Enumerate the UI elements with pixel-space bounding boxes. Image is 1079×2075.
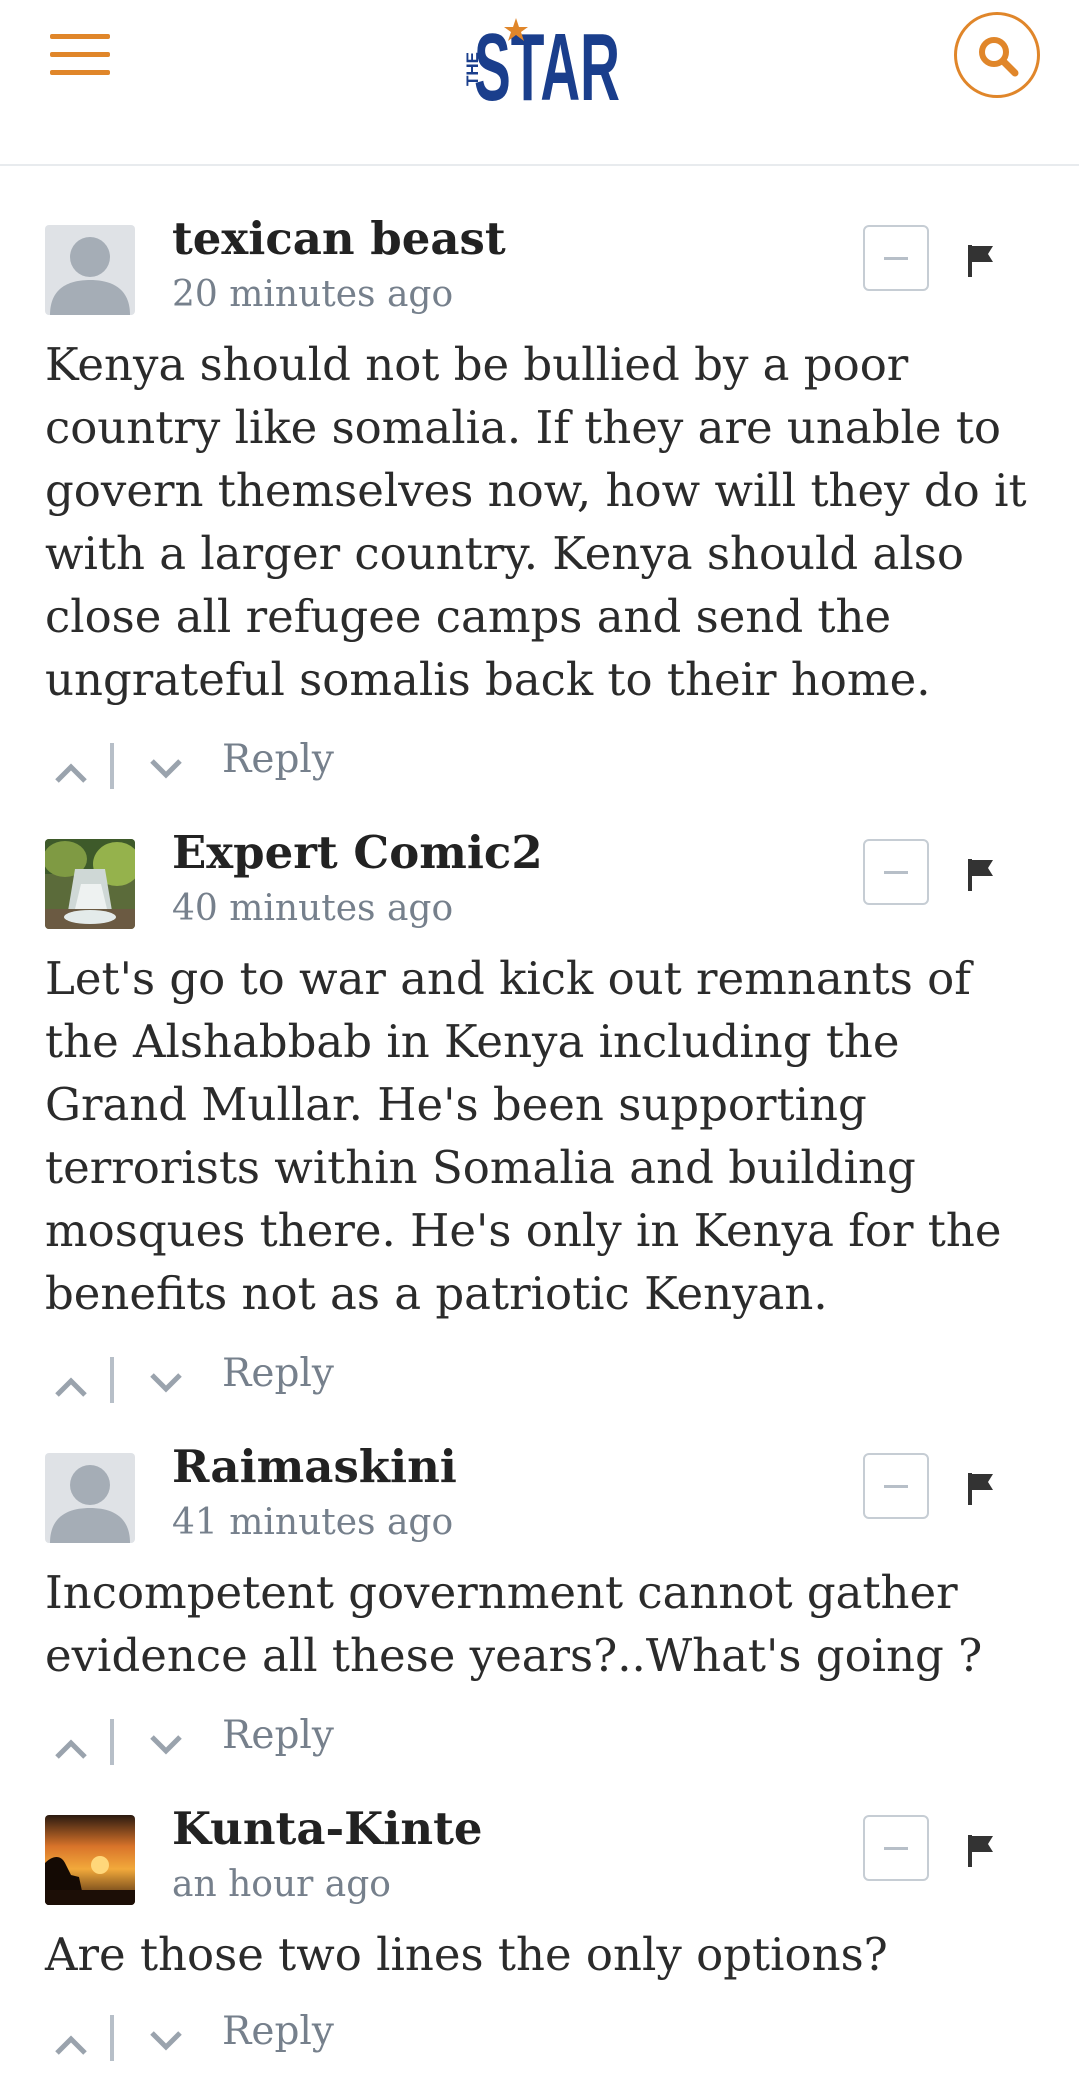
comment-actions: Reply (45, 2009, 445, 2075)
search-icon (979, 37, 1019, 77)
avatar (45, 1453, 135, 1543)
comment-body: Kenya should not be bullied by a poor co… (45, 338, 1027, 706)
comment-time[interactable]: an hour ago (172, 1863, 391, 1906)
hamburger-menu-icon (50, 34, 110, 39)
collapse-button[interactable] (863, 1815, 929, 1881)
comment-actions: Reply (45, 1713, 445, 1779)
vote-divider (110, 743, 114, 789)
avatar (45, 1815, 135, 1905)
chevron-up-icon[interactable] (53, 1375, 89, 1399)
collapse-button[interactable] (863, 225, 929, 291)
comment-time[interactable]: 20 minutes ago (172, 273, 453, 316)
flag-icon[interactable] (966, 1471, 996, 1505)
sunset-avatar-image (45, 1815, 135, 1905)
comment-author[interactable]: Raimaskini (172, 1440, 457, 1494)
vote-divider (110, 1719, 114, 1765)
comment-body: Let's go to war and kick out remnants of… (45, 952, 1002, 1320)
reply-button[interactable]: Reply (222, 737, 334, 782)
chevron-down-icon[interactable] (148, 757, 184, 781)
comment-time[interactable]: 40 minutes ago (172, 887, 453, 930)
comment-author[interactable]: Expert Comic2 (172, 826, 543, 880)
reply-button[interactable]: Reply (222, 1351, 334, 1396)
avatar (45, 839, 135, 929)
reply-button[interactable]: Reply (222, 1713, 334, 1758)
comment-actions: Reply (45, 737, 445, 803)
chevron-up-icon[interactable] (53, 1737, 89, 1761)
logo-main-text: STAR (474, 14, 620, 106)
flag-icon[interactable] (966, 857, 996, 891)
chevron-up-icon[interactable] (53, 2033, 89, 2057)
default-avatar-icon (45, 1453, 135, 1543)
site-logo[interactable]: THE STAR (458, 6, 624, 106)
comment-actions: Reply (45, 1351, 445, 1417)
waterfall-avatar-image (45, 839, 135, 929)
chevron-down-icon[interactable] (148, 1733, 184, 1757)
vote-divider (110, 2015, 114, 2061)
site-header: THE STAR (0, 0, 1079, 166)
vote-divider (110, 1357, 114, 1403)
reply-button[interactable]: Reply (222, 2009, 334, 2054)
default-avatar-icon (45, 225, 135, 315)
comment-body: Are those two lines the only options? (45, 1928, 888, 1981)
comment-body: Incompetent government cannot gather evi… (45, 1566, 983, 1682)
chevron-up-icon[interactable] (53, 761, 89, 785)
collapse-button[interactable] (863, 839, 929, 905)
menu-button[interactable] (50, 34, 110, 76)
chevron-down-icon[interactable] (148, 2029, 184, 2053)
comment-time[interactable]: 41 minutes ago (172, 1501, 453, 1544)
avatar (45, 225, 135, 315)
flag-icon[interactable] (966, 1833, 996, 1867)
comment-author[interactable]: texican beast (172, 212, 506, 266)
comment-author[interactable]: Kunta-Kinte (172, 1802, 483, 1856)
collapse-button[interactable] (863, 1453, 929, 1519)
flag-icon[interactable] (966, 243, 996, 277)
chevron-down-icon[interactable] (148, 1371, 184, 1395)
search-button[interactable] (954, 12, 1040, 98)
